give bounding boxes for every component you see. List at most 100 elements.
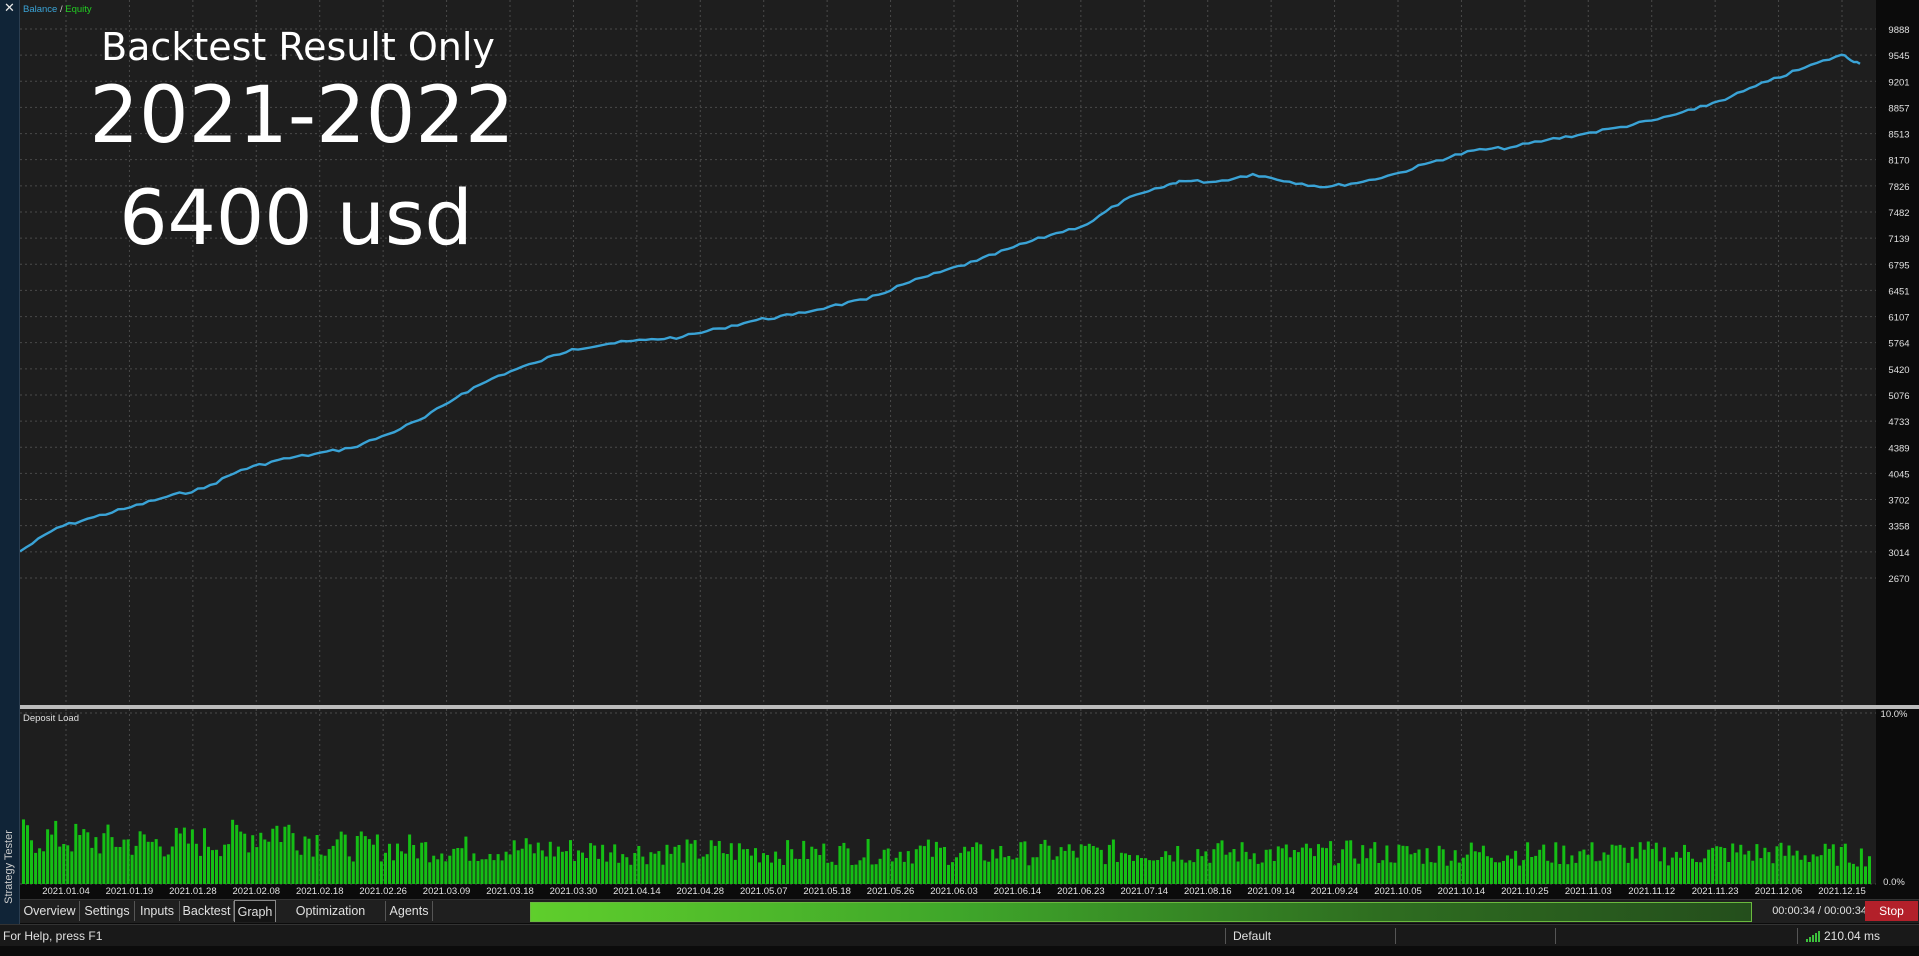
deposit-load-bar — [1148, 860, 1152, 884]
deposit-load-bar — [1514, 850, 1518, 884]
deposit-load-bar — [215, 849, 218, 884]
deposit-load-bar — [577, 850, 580, 884]
tab-settings[interactable]: Settings — [80, 901, 135, 921]
deposit-load-bar — [1634, 858, 1638, 884]
deposit-load-bar — [54, 820, 58, 884]
deposit-load-bar — [794, 858, 798, 884]
y-tick-label: 0.0% — [1883, 877, 1905, 888]
deposit-load-bar — [637, 846, 641, 884]
x-tick-label: 2021.02.18 — [296, 886, 344, 897]
signal-icon — [1806, 931, 1820, 942]
deposit-load-bar — [1288, 857, 1292, 884]
legend-separator: / — [57, 4, 65, 15]
deposit-load-bar — [259, 832, 263, 884]
deposit-load-bar — [235, 824, 239, 884]
deposit-load-bar — [1256, 863, 1260, 884]
deposit-load-bar — [798, 859, 802, 884]
deposit-load-bar — [778, 858, 782, 884]
deposit-load-bar — [569, 840, 572, 884]
deposit-load-bar — [862, 857, 866, 884]
tab-optimization-results[interactable]: Optimization Results — [276, 901, 386, 938]
deposit-load-bar — [516, 850, 520, 884]
deposit-load-bar — [1711, 847, 1715, 884]
pane-separator[interactable] — [20, 705, 1919, 709]
deposit-load-bar — [1317, 844, 1320, 884]
deposit-load-bar — [1144, 858, 1148, 884]
deposit-load-bar — [1236, 861, 1240, 884]
deposit-load-bar — [194, 843, 198, 884]
deposit-load-bar — [1421, 863, 1425, 884]
deposit-load-bar — [1103, 864, 1107, 884]
deposit-load-bar — [492, 860, 496, 884]
deposit-load-bar — [1429, 862, 1433, 884]
y-tick-label: 8857 — [1888, 103, 1909, 114]
deposit-load-bar — [597, 858, 601, 884]
deposit-load-bar — [1405, 846, 1409, 884]
tab-inputs[interactable]: Inputs — [135, 901, 180, 921]
deposit-load-bar — [1200, 856, 1204, 884]
x-axis: 2021.01.04 2021.01.19 2021.01.28 2021.02.08… — [42, 886, 1866, 897]
deposit-load-bar — [1212, 849, 1216, 884]
deposit-load-bar — [657, 851, 661, 884]
deposit-load-bar — [106, 824, 110, 884]
deposit-load-bar — [114, 846, 118, 884]
deposit-load-bar — [1140, 858, 1143, 884]
close-icon[interactable]: ✕ — [3, 2, 16, 15]
deposit-load-bar — [524, 838, 528, 884]
deposit-load-bar — [581, 852, 584, 884]
stop-button[interactable]: Stop — [1865, 901, 1918, 921]
deposit-load-bar — [1562, 845, 1566, 884]
deposit-load-bar — [404, 853, 408, 884]
x-tick-label: 2021.07.14 — [1121, 886, 1169, 897]
deposit-load-bar — [416, 858, 420, 884]
tab-agents[interactable]: Agents — [386, 901, 433, 921]
deposit-load-bar — [138, 831, 142, 884]
deposit-load-bar — [1723, 848, 1727, 884]
deposit-load-bar — [1542, 844, 1546, 884]
deposit-load-bar — [999, 846, 1003, 884]
x-tick-label: 2021.06.23 — [1057, 886, 1105, 897]
progress-bar — [530, 902, 1752, 922]
deposit-load-bar — [1626, 862, 1630, 884]
y-tick-label: 4389 — [1888, 443, 1909, 454]
deposit-load-bar — [1377, 863, 1381, 884]
deposit-load-bar — [1803, 855, 1807, 884]
deposit-load-bar — [955, 857, 958, 884]
deposit-load-bar — [697, 858, 701, 884]
deposit-load-bar — [1107, 844, 1111, 884]
tab-graph[interactable]: Graph — [234, 900, 276, 922]
deposit-load-bar — [729, 843, 733, 884]
y-tick-label: 7139 — [1888, 234, 1909, 245]
deposit-load-bar — [745, 849, 749, 884]
deposit-load-bar — [1260, 862, 1264, 884]
deposit-load-bar — [1783, 855, 1787, 884]
tester-tabs-bar: Overview Settings Inputs Backtest Graph Optim… — [20, 899, 1919, 938]
deposit-load-bar — [1184, 862, 1188, 884]
deposit-load-bar — [1759, 858, 1763, 884]
deposit-load-bar — [476, 861, 480, 884]
deposit-load-bar — [1477, 852, 1481, 884]
deposit-load-bar — [1719, 846, 1723, 884]
x-tick-label: 2021.01.04 — [42, 886, 90, 897]
deposit-load-bar — [134, 845, 138, 884]
tab-overview[interactable]: Overview — [20, 901, 80, 921]
deposit-load-bar — [1691, 858, 1694, 884]
deposit-load-bar — [1027, 865, 1031, 884]
deposit-load-bar — [211, 850, 214, 884]
deposit-load-bar — [1566, 864, 1570, 884]
y-tick-label: 6451 — [1888, 286, 1909, 297]
deposit-load-bar — [1602, 852, 1606, 884]
tab-backtest[interactable]: Backtest — [180, 901, 234, 921]
deposit-load-bar — [267, 841, 271, 884]
deposit-load-bar — [609, 852, 613, 884]
deposit-load-bar — [1023, 841, 1027, 884]
deposit-load-bar — [343, 834, 347, 884]
deposit-load-bar — [158, 846, 162, 884]
deposit-load-bar — [1590, 842, 1594, 884]
y-tick-label: 8513 — [1888, 130, 1909, 141]
x-tick-label: 2021.12.15 — [1818, 886, 1866, 897]
profile-name[interactable]: Default — [1233, 929, 1271, 943]
deposit-load-bar — [1321, 847, 1324, 884]
deposit-load-bar — [74, 823, 78, 884]
deposit-load-bar — [1791, 855, 1795, 884]
